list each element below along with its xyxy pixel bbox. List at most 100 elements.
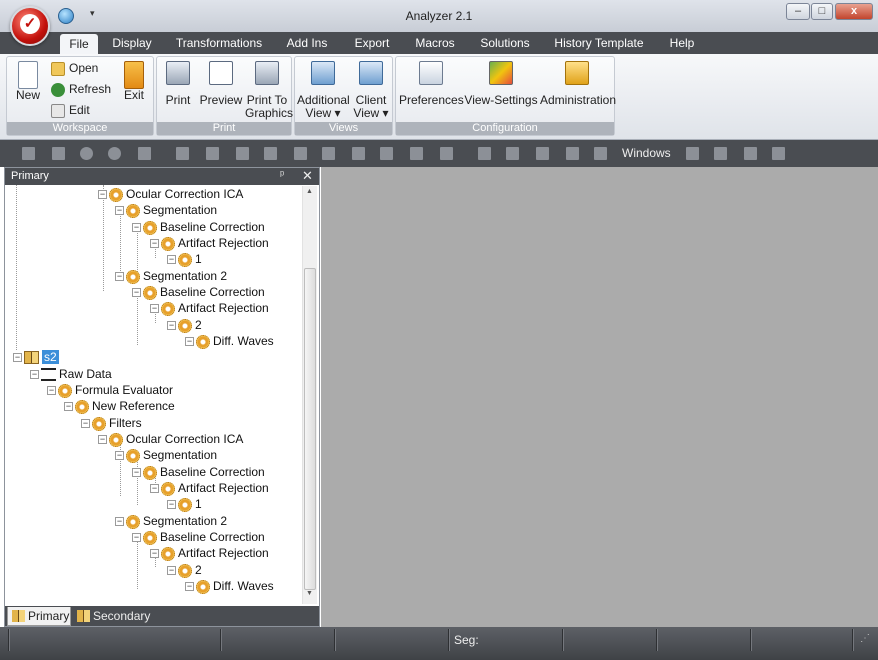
tree-node[interactable]: − New Reference [64, 398, 175, 414]
maximize-button[interactable]: □ [811, 3, 833, 20]
collapse-toggle-icon[interactable]: − [132, 533, 141, 543]
additional-view-button[interactable]: Additional View ▾ [297, 61, 350, 120]
menu-display[interactable]: Display [108, 32, 156, 54]
tree-node[interactable]: − Artifact Rejection [150, 235, 269, 251]
tree-node[interactable]: − Baseline Correction [132, 219, 265, 235]
close-button[interactable]: x [835, 3, 873, 20]
print-to-graphics-button[interactable]: Print To Graphics [245, 61, 293, 120]
tree-node[interactable]: − Baseline Correction [132, 464, 265, 480]
tile-windows-icon[interactable] [714, 147, 727, 160]
tree-node[interactable]: − Ocular Correction ICA [98, 186, 243, 202]
tree-node[interactable]: −2 [167, 562, 202, 578]
toolbar-tool-icon[interactable] [236, 147, 249, 160]
collapse-toggle-icon[interactable]: − [115, 451, 124, 461]
menu-history-template[interactable]: History Template [550, 32, 648, 54]
collapse-toggle-icon[interactable]: − [98, 190, 107, 200]
toolbar-tool-icon[interactable] [410, 147, 423, 160]
cascade-windows-icon[interactable] [686, 147, 699, 160]
tree-node[interactable]: − Artifact Rejection [150, 545, 269, 561]
globe-icon[interactable] [58, 8, 74, 24]
tree-node[interactable]: − Ocular Correction ICA [98, 431, 243, 447]
minimize-button[interactable]: – [786, 3, 810, 20]
tree-node[interactable]: − Filters [81, 415, 142, 431]
collapse-toggle-icon[interactable]: − [167, 566, 176, 576]
toolbar-tool-icon[interactable] [206, 147, 219, 160]
print-button[interactable]: Print [160, 61, 196, 107]
exit-button[interactable]: Exit [119, 61, 149, 102]
toolbar-tool-icon[interactable] [536, 147, 549, 160]
collapse-toggle-icon[interactable]: − [81, 419, 90, 429]
toolbar-tool-icon[interactable] [594, 147, 607, 160]
open-button[interactable]: Open [51, 59, 98, 78]
collapse-toggle-icon[interactable]: − [150, 549, 159, 559]
scroll-down-icon[interactable]: ▼ [306, 590, 313, 597]
quick-access-dropdown-icon[interactable]: ▾ [90, 8, 95, 19]
menu-export[interactable]: Export [348, 32, 396, 54]
collapse-toggle-icon[interactable]: − [30, 370, 39, 380]
toolbar-tool-icon[interactable] [478, 147, 491, 160]
menu-help[interactable]: Help [664, 32, 700, 54]
tree-node[interactable]: − Raw Data [30, 366, 112, 382]
view-settings-button[interactable]: View-Settings [464, 61, 538, 107]
scroll-up-icon[interactable]: ▲ [306, 188, 313, 195]
tree-node[interactable]: − Segmentation [115, 202, 217, 218]
client-view-button[interactable]: Client View ▾ [351, 61, 391, 120]
collapse-toggle-icon[interactable]: − [167, 321, 176, 331]
arrow-up-icon[interactable] [322, 147, 335, 160]
tree-node[interactable]: − Segmentation 2 [115, 513, 227, 529]
edit-button[interactable]: Edit [51, 101, 90, 120]
tree-node[interactable]: −1 [167, 251, 202, 267]
tree-node[interactable]: − Baseline Correction [132, 284, 265, 300]
tree-node[interactable]: −2 [167, 317, 202, 333]
menu-file[interactable]: File [60, 34, 98, 54]
arrow-down-icon[interactable] [294, 147, 307, 160]
new-button[interactable]: New [11, 61, 45, 102]
tree-node[interactable]: − Segmentation [115, 447, 217, 463]
tile-vertical-icon[interactable] [772, 147, 785, 160]
menu-macros[interactable]: Macros [412, 32, 458, 54]
toolbar-tool-icon[interactable] [352, 147, 365, 160]
preferences-button[interactable]: Preferences [399, 61, 464, 107]
tab-primary[interactable]: Primary [7, 607, 71, 626]
toolbar-tool-icon[interactable] [566, 147, 579, 160]
collapse-toggle-icon[interactable]: − [64, 402, 73, 412]
tree-node[interactable]: − Diff. Waves [185, 333, 274, 349]
collapse-toggle-icon[interactable]: − [185, 582, 194, 592]
tree-node[interactable]: − Segmentation 2 [115, 268, 227, 284]
collapse-toggle-icon[interactable]: − [115, 517, 124, 527]
toolbar-tool-icon[interactable] [380, 147, 393, 160]
application-menu-button[interactable]: ✓ [10, 6, 50, 46]
menu-solutions[interactable]: Solutions [476, 32, 534, 54]
tree-node[interactable]: − Diff. Waves [185, 578, 274, 594]
toolbar-tool-icon[interactable] [440, 147, 453, 160]
tree-node[interactable]: − Artifact Rejection [150, 480, 269, 496]
collapse-toggle-icon[interactable]: − [132, 223, 141, 233]
refresh-button[interactable]: Refresh [51, 80, 111, 99]
vertical-scrollbar[interactable]: ▲ ▼ [302, 186, 317, 604]
collapse-toggle-icon[interactable]: − [115, 206, 124, 216]
collapse-toggle-icon[interactable]: − [150, 484, 159, 494]
close-panel-icon[interactable]: ✕ [302, 168, 313, 184]
tree-node[interactable]: −1 [167, 496, 202, 512]
tree-node[interactable]: − s2 [13, 349, 59, 365]
collapse-toggle-icon[interactable]: − [167, 255, 176, 265]
collapse-toggle-icon[interactable]: − [13, 353, 22, 363]
workspace-area[interactable] [321, 167, 878, 627]
menu-add-ins[interactable]: Add Ins [282, 32, 332, 54]
zoom-in-icon[interactable] [80, 147, 93, 160]
toolbar-tool-icon[interactable] [506, 147, 519, 160]
toolbar-tool-icon[interactable] [138, 147, 151, 160]
pin-icon[interactable]: ᵖ [280, 169, 284, 181]
tree-node[interactable]: − Baseline Correction [132, 529, 265, 545]
tree-node[interactable]: − Formula Evaluator [47, 382, 173, 398]
collapse-toggle-icon[interactable]: − [150, 304, 159, 314]
toolbar-tool-icon[interactable] [176, 147, 189, 160]
collapse-toggle-icon[interactable]: − [98, 435, 107, 445]
toolbar-tool-icon[interactable] [52, 147, 65, 160]
administration-button[interactable]: Administration [540, 61, 616, 107]
tile-horizontal-icon[interactable] [744, 147, 757, 160]
collapse-toggle-icon[interactable]: − [132, 288, 141, 298]
tab-secondary[interactable]: Secondary [73, 607, 153, 626]
toolbar-tool-icon[interactable] [22, 147, 35, 160]
toolbar-tool-icon[interactable] [264, 147, 277, 160]
